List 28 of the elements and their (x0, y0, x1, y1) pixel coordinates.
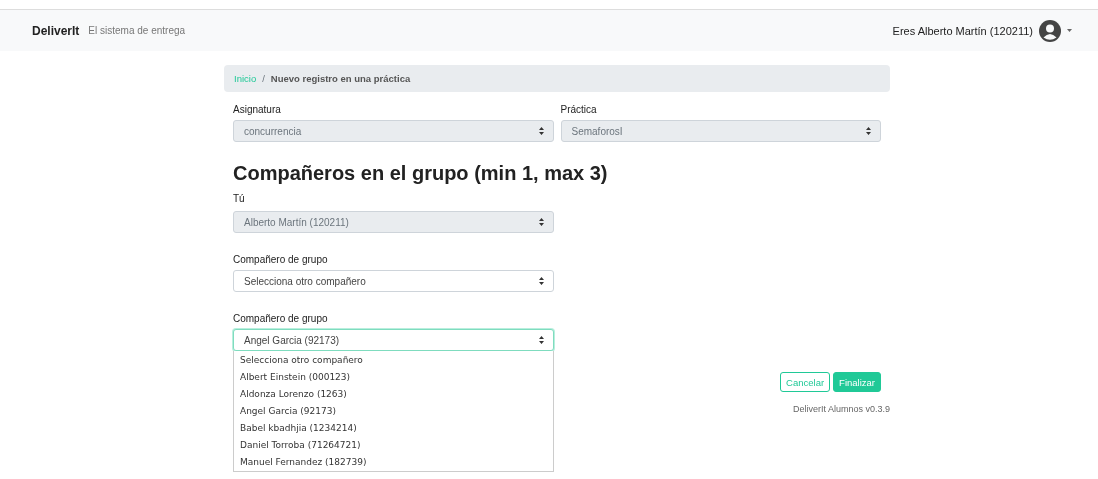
dropdown-option[interactable]: Angel Garcia (92173) (234, 403, 553, 420)
tagline: El sistema de entrega (88, 25, 186, 36)
breadcrumb-separator: / (262, 73, 265, 84)
field-label: Compañero de grupo (233, 313, 329, 324)
field-label: Compañero de grupo (233, 254, 329, 265)
dropdown-option[interactable]: Albert Einstein (000123) (234, 369, 553, 386)
version-text: DeliverIt Alumnos v0.3.9 (792, 404, 890, 414)
sort-arrows-icon (539, 218, 544, 226)
dropdown-option[interactable]: Babel kbadhjia (1234214) (234, 420, 553, 437)
brand-name[interactable]: DeliverIt (32, 23, 80, 38)
caret-icon[interactable] (1067, 29, 1072, 32)
field-label: Tú (233, 193, 246, 204)
breadcrumb-current: Nuevo registro en una práctica (270, 73, 411, 84)
sort-arrows-icon (538, 127, 544, 135)
field-label: Asignatura (233, 104, 282, 115)
user-name: Eres Alberto Martín (120211) (892, 24, 1033, 37)
sort-arrows-icon (539, 336, 544, 344)
user-avatar-icon[interactable] (1039, 19, 1061, 42)
select-field[interactable]: Angel Garcia (92173) (233, 329, 554, 351)
dropdown-option[interactable]: Aldonza Lorenzo (1263) (234, 386, 553, 403)
sort-arrows-icon (539, 277, 544, 285)
dropdown-option[interactable]: Manuel Fernandez (182739) (234, 454, 553, 471)
section-heading: Compañeros en el grupo (min 1, max 3) (233, 162, 609, 185)
select-field[interactable]: Selecciona otro compañero (233, 270, 554, 292)
sort-arrows-icon (866, 127, 871, 135)
field-label: Práctica (560, 104, 598, 115)
dropdown-option[interactable]: Daniel Torroba (71264721) (234, 437, 553, 454)
dropdown-option[interactable]: Selecciona otro compañero (234, 352, 553, 369)
